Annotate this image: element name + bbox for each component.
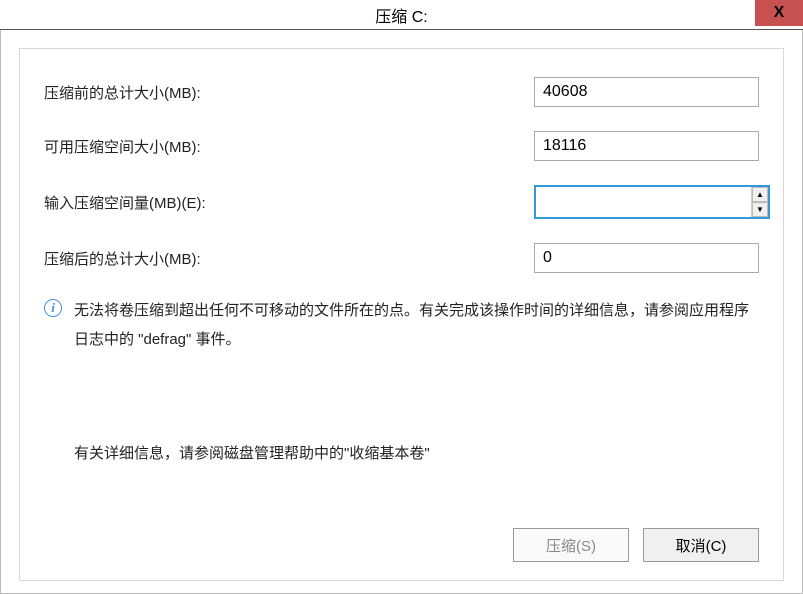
cancel-button[interactable]: 取消(C) (643, 528, 759, 562)
label-total-before: 压缩前的总计大小(MB): (44, 82, 534, 103)
row-available: 可用压缩空间大小(MB): 18116 (44, 131, 759, 161)
button-row: 压缩(S) 取消(C) (513, 528, 759, 562)
info-icon: i (44, 299, 62, 317)
row-total-before: 压缩前的总计大小(MB): 40608 (44, 77, 759, 107)
label-total-after: 压缩后的总计大小(MB): (44, 248, 534, 269)
shrink-button[interactable]: 压缩(S) (513, 528, 629, 562)
dialog-body: 压缩前的总计大小(MB): 40608 可用压缩空间大小(MB): 18116 … (0, 30, 803, 594)
value-total-before: 40608 (534, 77, 759, 107)
value-total-after: 0 (534, 243, 759, 273)
shrink-amount-input[interactable] (536, 187, 751, 217)
label-available: 可用压缩空间大小(MB): (44, 136, 534, 157)
shrink-amount-spinner[interactable]: ▲ ▼ (534, 185, 770, 219)
titlebar: 压缩 C: X (0, 0, 803, 30)
spinner-up-button[interactable]: ▲ (752, 187, 768, 202)
detail-text: 有关详细信息，请参阅磁盘管理帮助中的"收缩基本卷" (74, 442, 759, 463)
spinner-down-button[interactable]: ▼ (752, 202, 768, 217)
chevron-down-icon: ▼ (756, 206, 764, 214)
spinner-buttons: ▲ ▼ (751, 187, 768, 217)
row-input-amount: 输入压缩空间量(MB)(E): ▲ ▼ (44, 185, 759, 219)
window-title: 压缩 C: (375, 3, 427, 27)
info-text: 无法将卷压缩到超出任何不可移动的文件所在的点。有关完成该操作时间的详细信息，请参… (74, 297, 759, 354)
label-input-amount: 输入压缩空间量(MB)(E): (44, 192, 534, 213)
info-row: i 无法将卷压缩到超出任何不可移动的文件所在的点。有关完成该操作时间的详细信息，… (44, 297, 759, 354)
chevron-up-icon: ▲ (756, 191, 764, 199)
value-available: 18116 (534, 131, 759, 161)
close-icon: X (774, 4, 785, 22)
row-total-after: 压缩后的总计大小(MB): 0 (44, 243, 759, 273)
close-button[interactable]: X (755, 0, 803, 26)
dialog-inner: 压缩前的总计大小(MB): 40608 可用压缩空间大小(MB): 18116 … (19, 48, 784, 581)
